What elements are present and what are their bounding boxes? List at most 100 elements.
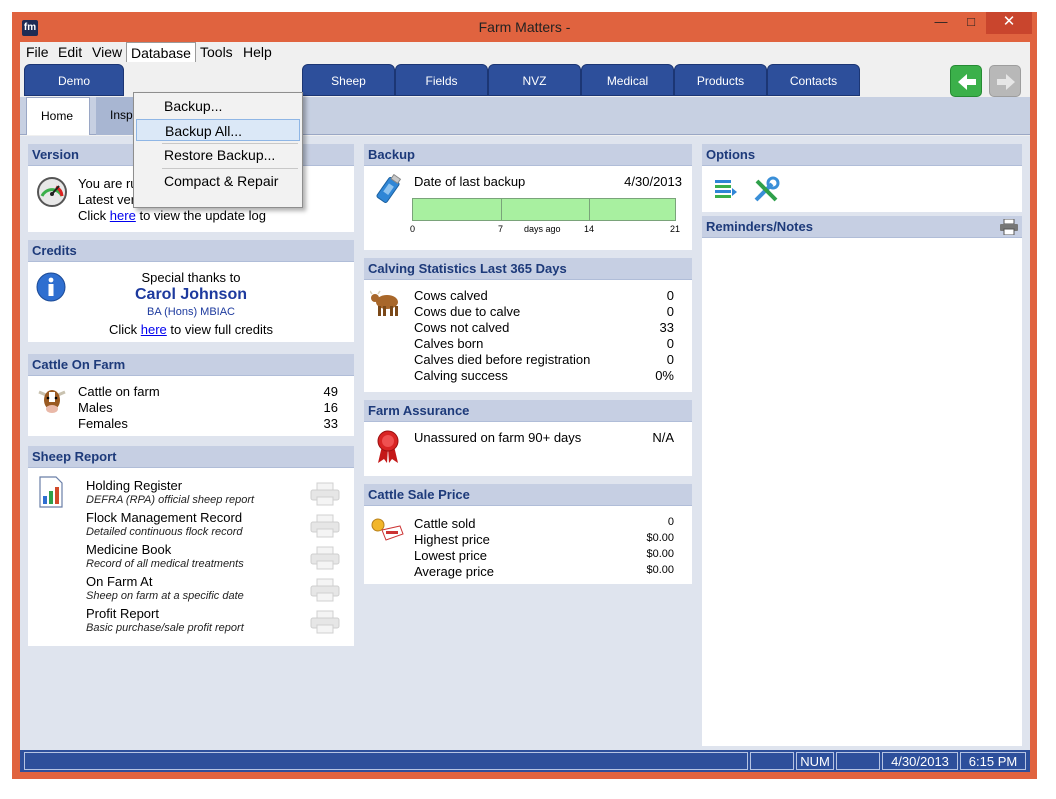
- sheep-report-title-4[interactable]: Profit Report: [86, 606, 159, 621]
- usb-drive-icon: [376, 174, 402, 203]
- cattle-sale-price-panel: Cattle Sale Price Cattle sold 0 Highest …: [364, 484, 692, 584]
- backup-age-bar: [412, 198, 676, 221]
- database-menu-dropdown: Backup... Backup All... Restore Backup..…: [133, 92, 303, 208]
- forward-button[interactable]: [989, 65, 1021, 97]
- price-tag-icon: [371, 518, 404, 541]
- credits-click-prefix: Click: [108, 322, 138, 337]
- close-button[interactable]: ✕: [986, 12, 1032, 34]
- calving-label-2: Cows not calved: [414, 320, 510, 335]
- print-icon[interactable]: [310, 546, 340, 570]
- sheep-report-desc-3: Sheep on farm at a specific date: [86, 590, 244, 602]
- menu-backup-all[interactable]: Backup All...: [136, 119, 300, 141]
- backup-tick-14: 14: [584, 224, 595, 234]
- maximize-button[interactable]: □: [958, 12, 984, 34]
- cattle-value-0: 49: [323, 384, 338, 399]
- status-cell-blank: [750, 752, 794, 770]
- calving-label-0: Cows calved: [414, 288, 488, 303]
- sheep-report-title-0[interactable]: Holding Register: [86, 478, 182, 493]
- title-bar: fm Farm Matters - — □ ✕: [12, 12, 1037, 42]
- sheep-report-title-1[interactable]: Flock Management Record: [86, 510, 242, 525]
- tab-products[interactable]: Products: [674, 64, 767, 96]
- print-icon[interactable]: [310, 482, 340, 506]
- options-panel: Options: [702, 144, 1022, 212]
- award-ribbon-icon: [377, 430, 399, 463]
- tab-nvz[interactable]: NVZ: [488, 64, 581, 96]
- cow-icon: [370, 290, 398, 316]
- tab-sheep[interactable]: Sheep: [302, 64, 395, 96]
- sheep-report-title-3[interactable]: On Farm At: [86, 574, 152, 589]
- bar-gridline: [501, 199, 502, 220]
- bar-gridline: [589, 199, 590, 220]
- status-bar: NUM 4/30/2013 6:15 PM: [20, 750, 1030, 772]
- full-credits-link[interactable]: here: [141, 322, 167, 337]
- backup-panel: Backup Date of last backup 4/30/2013 0 7…: [364, 144, 692, 250]
- menu-bar: File Edit View Database Tools Help: [20, 42, 1030, 62]
- menu-file[interactable]: File: [22, 42, 53, 62]
- menu-database[interactable]: Database: [126, 42, 196, 62]
- calving-label-4: Calves died before registration: [414, 352, 591, 367]
- calving-label-5: Calving success: [414, 368, 508, 383]
- menu-view[interactable]: View: [88, 42, 126, 62]
- sheep-report-title-2[interactable]: Medicine Book: [86, 542, 171, 557]
- cattle-label-2: Females: [78, 416, 128, 431]
- list-settings-icon[interactable]: [714, 178, 738, 202]
- tab-demo[interactable]: Demo: [24, 64, 124, 96]
- subtab-home[interactable]: Home: [26, 97, 90, 135]
- status-cell-blank: [836, 752, 880, 770]
- status-cell-main: [24, 752, 748, 770]
- credits-qualification: BA (Hons) MBIAC: [146, 306, 236, 318]
- update-log-link[interactable]: here: [110, 208, 136, 223]
- sheep-report-header: Sheep Report: [28, 446, 354, 468]
- tab-contacts[interactable]: Contacts: [767, 64, 860, 96]
- client-area: File Edit View Database Tools Help Demo …: [20, 42, 1030, 772]
- cattle-sale-label-3: Average price: [414, 564, 494, 579]
- print-icon[interactable]: [310, 514, 340, 538]
- calving-label-1: Cows due to calve: [414, 304, 521, 319]
- tools-icon[interactable]: [752, 176, 780, 204]
- sheep-report-panel: Sheep Report Holding Register DEFRA (RPA…: [28, 446, 354, 646]
- cattle-sale-label-0: Cattle sold: [414, 516, 476, 531]
- cattle-sale-value-3: $0.00: [646, 564, 674, 576]
- minimize-button[interactable]: —: [928, 12, 954, 34]
- status-date: 4/30/2013: [882, 752, 958, 770]
- farm-assurance-value: N/A: [652, 430, 674, 445]
- reminders-header: Reminders/Notes: [702, 216, 1022, 238]
- gauge-icon: [37, 177, 67, 207]
- cattle-label-1: Males: [78, 400, 113, 415]
- farm-assurance-label: Unassured on farm 90+ days: [414, 430, 582, 445]
- status-num: NUM: [796, 752, 834, 770]
- back-button[interactable]: [950, 65, 982, 97]
- tab-fields[interactable]: Fields: [395, 64, 488, 96]
- menu-compact-repair[interactable]: Compact & Repair: [136, 170, 300, 192]
- menu-tools[interactable]: Tools: [196, 42, 237, 62]
- status-time: 6:15 PM: [960, 752, 1026, 770]
- menu-help[interactable]: Help: [239, 42, 276, 62]
- print-icon[interactable]: [310, 578, 340, 602]
- credits-name: Carol Johnson: [134, 286, 247, 303]
- cattle-label-0: Cattle on farm: [78, 384, 160, 399]
- calving-statistics-panel: Calving Statistics Last 365 Days Cows ca…: [364, 258, 692, 392]
- backup-header: Backup: [364, 144, 692, 166]
- cattle-on-farm-panel: Cattle On Farm Cattle on farm 49 Males 1…: [28, 354, 354, 436]
- arrow-right-icon: [997, 74, 1015, 90]
- cattle-sale-label-1: Highest price: [414, 532, 490, 547]
- app-window: fm Farm Matters - — □ ✕ File Edit View D…: [12, 12, 1037, 779]
- backup-tick-0: 0: [410, 224, 416, 234]
- cattle-sale-label-2: Lowest price: [414, 548, 487, 563]
- print-icon[interactable]: [1000, 219, 1018, 235]
- menu-restore-backup[interactable]: Restore Backup...: [136, 144, 300, 166]
- menu-backup[interactable]: Backup...: [136, 95, 300, 117]
- tab-medical[interactable]: Medical: [581, 64, 674, 96]
- report-chart-icon: [39, 476, 63, 508]
- backup-tick-7: 7: [498, 224, 504, 234]
- version-click-prefix: Click: [78, 208, 107, 223]
- print-icon[interactable]: [310, 610, 340, 634]
- calving-value-1: 0: [666, 304, 674, 319]
- sheep-report-desc-0: DEFRA (RPA) official sheep report: [86, 494, 255, 506]
- menu-edit[interactable]: Edit: [54, 42, 86, 62]
- sheep-report-desc-2: Record of all medical treatments: [86, 558, 244, 570]
- calving-value-5: 0%: [655, 368, 674, 383]
- sheep-report-desc-4: Basic purchase/sale profit report: [86, 622, 244, 634]
- backup-age-bar-fill: [413, 199, 675, 220]
- cattle-value-1: 16: [323, 400, 338, 415]
